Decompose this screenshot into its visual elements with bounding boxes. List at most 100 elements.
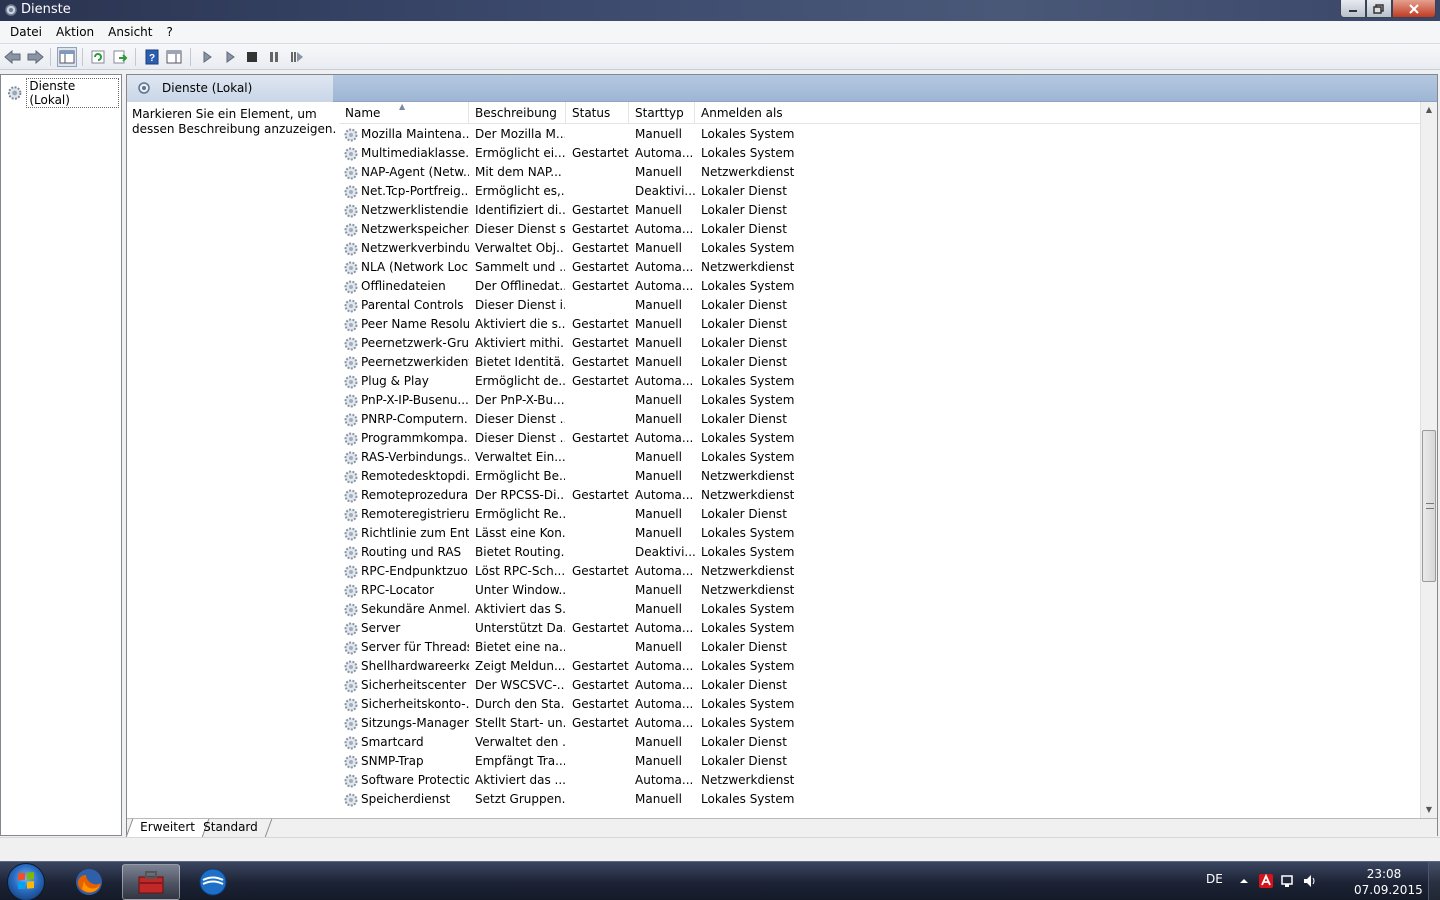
network-icon[interactable] [1280,873,1296,889]
service-name: Server [361,621,401,635]
table-row[interactable]: Netzwerkspeicher... Dieser Dienst s... Ges… [339,220,1421,239]
service-gear-icon [343,241,359,257]
service-name: Shellhardwareerke... [361,659,469,673]
table-row[interactable]: Peernetzwerk-Gru... Aktiviert mithi... Ges… [339,334,1421,353]
table-row[interactable]: Smartcard Verwaltet den ... Manuell Lokaler… [339,733,1421,752]
table-row[interactable]: Sicherheitskonto-... Durch den Sta... Gest… [339,695,1421,714]
tab-standard[interactable]: Standard [189,819,272,837]
table-row[interactable]: NAP-Agent (Netw... Mit dem NAP... Manuell N… [339,163,1421,182]
table-row[interactable]: Shellhardwareerke... Zeigt Meldun... Gesta… [339,657,1421,676]
taskbar-services[interactable] [122,864,180,900]
table-row[interactable]: Routing und RAS Bietet Routing... Deaktivi… [339,543,1421,562]
close-button[interactable] [1392,0,1436,18]
menu-datei[interactable]: Datei [3,25,49,39]
start-service-button[interactable] [197,47,217,67]
service-status: Gestartet [572,678,629,692]
menu-help[interactable]: ? [159,25,179,39]
table-row[interactable]: Remotedesktopdi... Ermöglicht Be... Manuel… [339,467,1421,486]
table-row[interactable]: PnP-X-IP-Busenu... Der PnP-X-Bu... Manuell… [339,391,1421,410]
table-row[interactable]: Parental Controls Dieser Dienst i... Manue… [339,296,1421,315]
table-row[interactable]: Peer Name Resolu... Aktiviert die s... Ges… [339,315,1421,334]
scroll-thumb[interactable] [1422,430,1436,582]
table-row[interactable]: Plug & Play Ermöglicht de... Gestartet Auto… [339,372,1421,391]
table-row[interactable]: Multimediaklasse... Ermöglicht ei... Gesta… [339,144,1421,163]
table-row[interactable]: Programmkompa... Dieser Dienst ... Gestart… [339,429,1421,448]
taskbar-firefox[interactable] [60,864,118,900]
window-title: Dienste [21,2,71,17]
table-row[interactable]: Sekundäre Anmel... Aktiviert das S... Manu… [339,600,1421,619]
table-row[interactable]: RPC-Endpunktzuo... Löst RPC-Sch... Gestart… [339,562,1421,581]
stop-service-button[interactable] [242,47,262,67]
column-header-status[interactable]: Status [566,102,629,124]
maximize-button[interactable] [1366,0,1392,18]
table-row[interactable]: RAS-Verbindungs... Verwaltet Ein... Manuel… [339,448,1421,467]
show-desktop-button[interactable] [1428,862,1440,900]
table-row[interactable]: Speicherdienst Setzt Gruppen... Manuell Lok… [339,790,1421,809]
service-gear-icon [343,374,359,390]
service-starttype: Deaktivi... [635,184,696,198]
tree-item-services-local[interactable]: Dienste (Lokal) [5,78,121,108]
help-icon: ? [145,49,159,65]
properties-button[interactable] [164,47,184,67]
restart-service-button[interactable] [287,47,307,67]
minimize-button[interactable] [1340,0,1366,18]
service-logon: Netzwerkdienst [701,488,795,502]
scroll-down-icon[interactable]: ▼ [1421,802,1437,818]
table-row[interactable]: Remoteprozedura... Der RPCSS-Di... Gestart… [339,486,1421,505]
table-row[interactable]: Peernetzwerkident... Bietet Identitä... Ge… [339,353,1421,372]
service-logon: Lokaler Dienst [701,184,787,198]
start-button[interactable] [7,863,45,900]
service-starttype: Manuell [635,412,682,426]
table-row[interactable]: Sicherheitscenter Der WSCSVC-... Gestartet… [339,676,1421,695]
stop-service-icon [247,52,257,62]
table-row[interactable]: Software Protection Aktiviert das ... Auto… [339,771,1421,790]
table-row[interactable]: RPC-Locator Unter Window... Manuell Netzwer… [339,581,1421,600]
table-row[interactable]: Net.Tcp-Portfreig... Ermöglicht es,... Dea… [339,182,1421,201]
column-header-starttype[interactable]: Starttyp [629,102,695,124]
service-logon: Lokaler Dienst [701,336,787,350]
show-console-tree-icon [59,50,75,64]
taskbar-network-app[interactable] [184,864,242,900]
vertical-scrollbar[interactable]: ▲ ▼ [1420,102,1437,818]
pause-service-button[interactable] [264,47,284,67]
service-description-cell: Der WSCSVC-... [475,678,565,692]
volume-icon[interactable] [1302,873,1318,889]
table-row[interactable]: Remoteregistrieru... Ermöglicht Re... Manu… [339,505,1421,524]
service-name: Sicherheitscenter [361,678,467,692]
service-starttype: Manuell [635,355,682,369]
service-logon: Lokaler Dienst [701,678,787,692]
column-header-name[interactable]: Name ▲ [339,102,469,124]
show-console-tree-button[interactable] [57,47,77,67]
help-button[interactable]: ? [142,47,162,67]
table-row[interactable]: PNRP-Computern... Dieser Dienst ... Manuel… [339,410,1421,429]
scroll-up-icon[interactable]: ▲ [1421,102,1437,118]
forward-button[interactable] [25,47,45,67]
menu-aktion[interactable]: Aktion [49,25,101,39]
language-indicator[interactable]: DE [1206,872,1223,886]
table-row[interactable]: Offlinedateien Der Offlinedat... Gestartet… [339,277,1421,296]
table-row[interactable]: Mozilla Maintena... Der Mozilla M... Manue… [339,125,1421,144]
table-row[interactable]: Richtlinie zum Ent... Lässt eine Kon... Ma… [339,524,1421,543]
column-header-logon[interactable]: Anmelden als [695,102,801,124]
table-row[interactable]: Netzwerkverbindu... Verwaltet Obj... Gesta… [339,239,1421,258]
table-row[interactable]: Netzwerklistendie... Identifiziert di... G… [339,201,1421,220]
service-starttype: Automa... [635,659,694,673]
service-logon: Lokaler Dienst [701,222,787,236]
service-description-cell: Dieser Dienst ... [475,412,565,426]
service-starttype: Manuell [635,602,682,616]
table-row[interactable]: Server für Threads... Bietet eine na... Ma… [339,638,1421,657]
refresh-button[interactable] [88,47,108,67]
menu-ansicht[interactable]: Ansicht [101,25,159,39]
clock[interactable]: 23:08 07.09.2015 [1354,866,1423,898]
table-row[interactable]: Sitzungs-Manager... Stellt Start- un... Ge… [339,714,1421,733]
antivirus-icon[interactable] [1258,873,1274,889]
table-row[interactable]: Server Unterstützt Da... Gestartet Automa..… [339,619,1421,638]
export-list-button[interactable] [110,47,130,67]
back-button[interactable] [3,47,23,67]
table-row[interactable]: SNMP-Trap Empfängt Tra... Manuell Lokaler D… [339,752,1421,771]
service-starttype: Automa... [635,222,694,236]
column-header-description[interactable]: Beschreibung [469,102,566,124]
start-service-alt-button[interactable] [220,47,240,67]
show-hidden-icons-icon[interactable] [1236,873,1252,889]
table-row[interactable]: NLA (Network Loc... Sammelt und ... Gestar… [339,258,1421,277]
